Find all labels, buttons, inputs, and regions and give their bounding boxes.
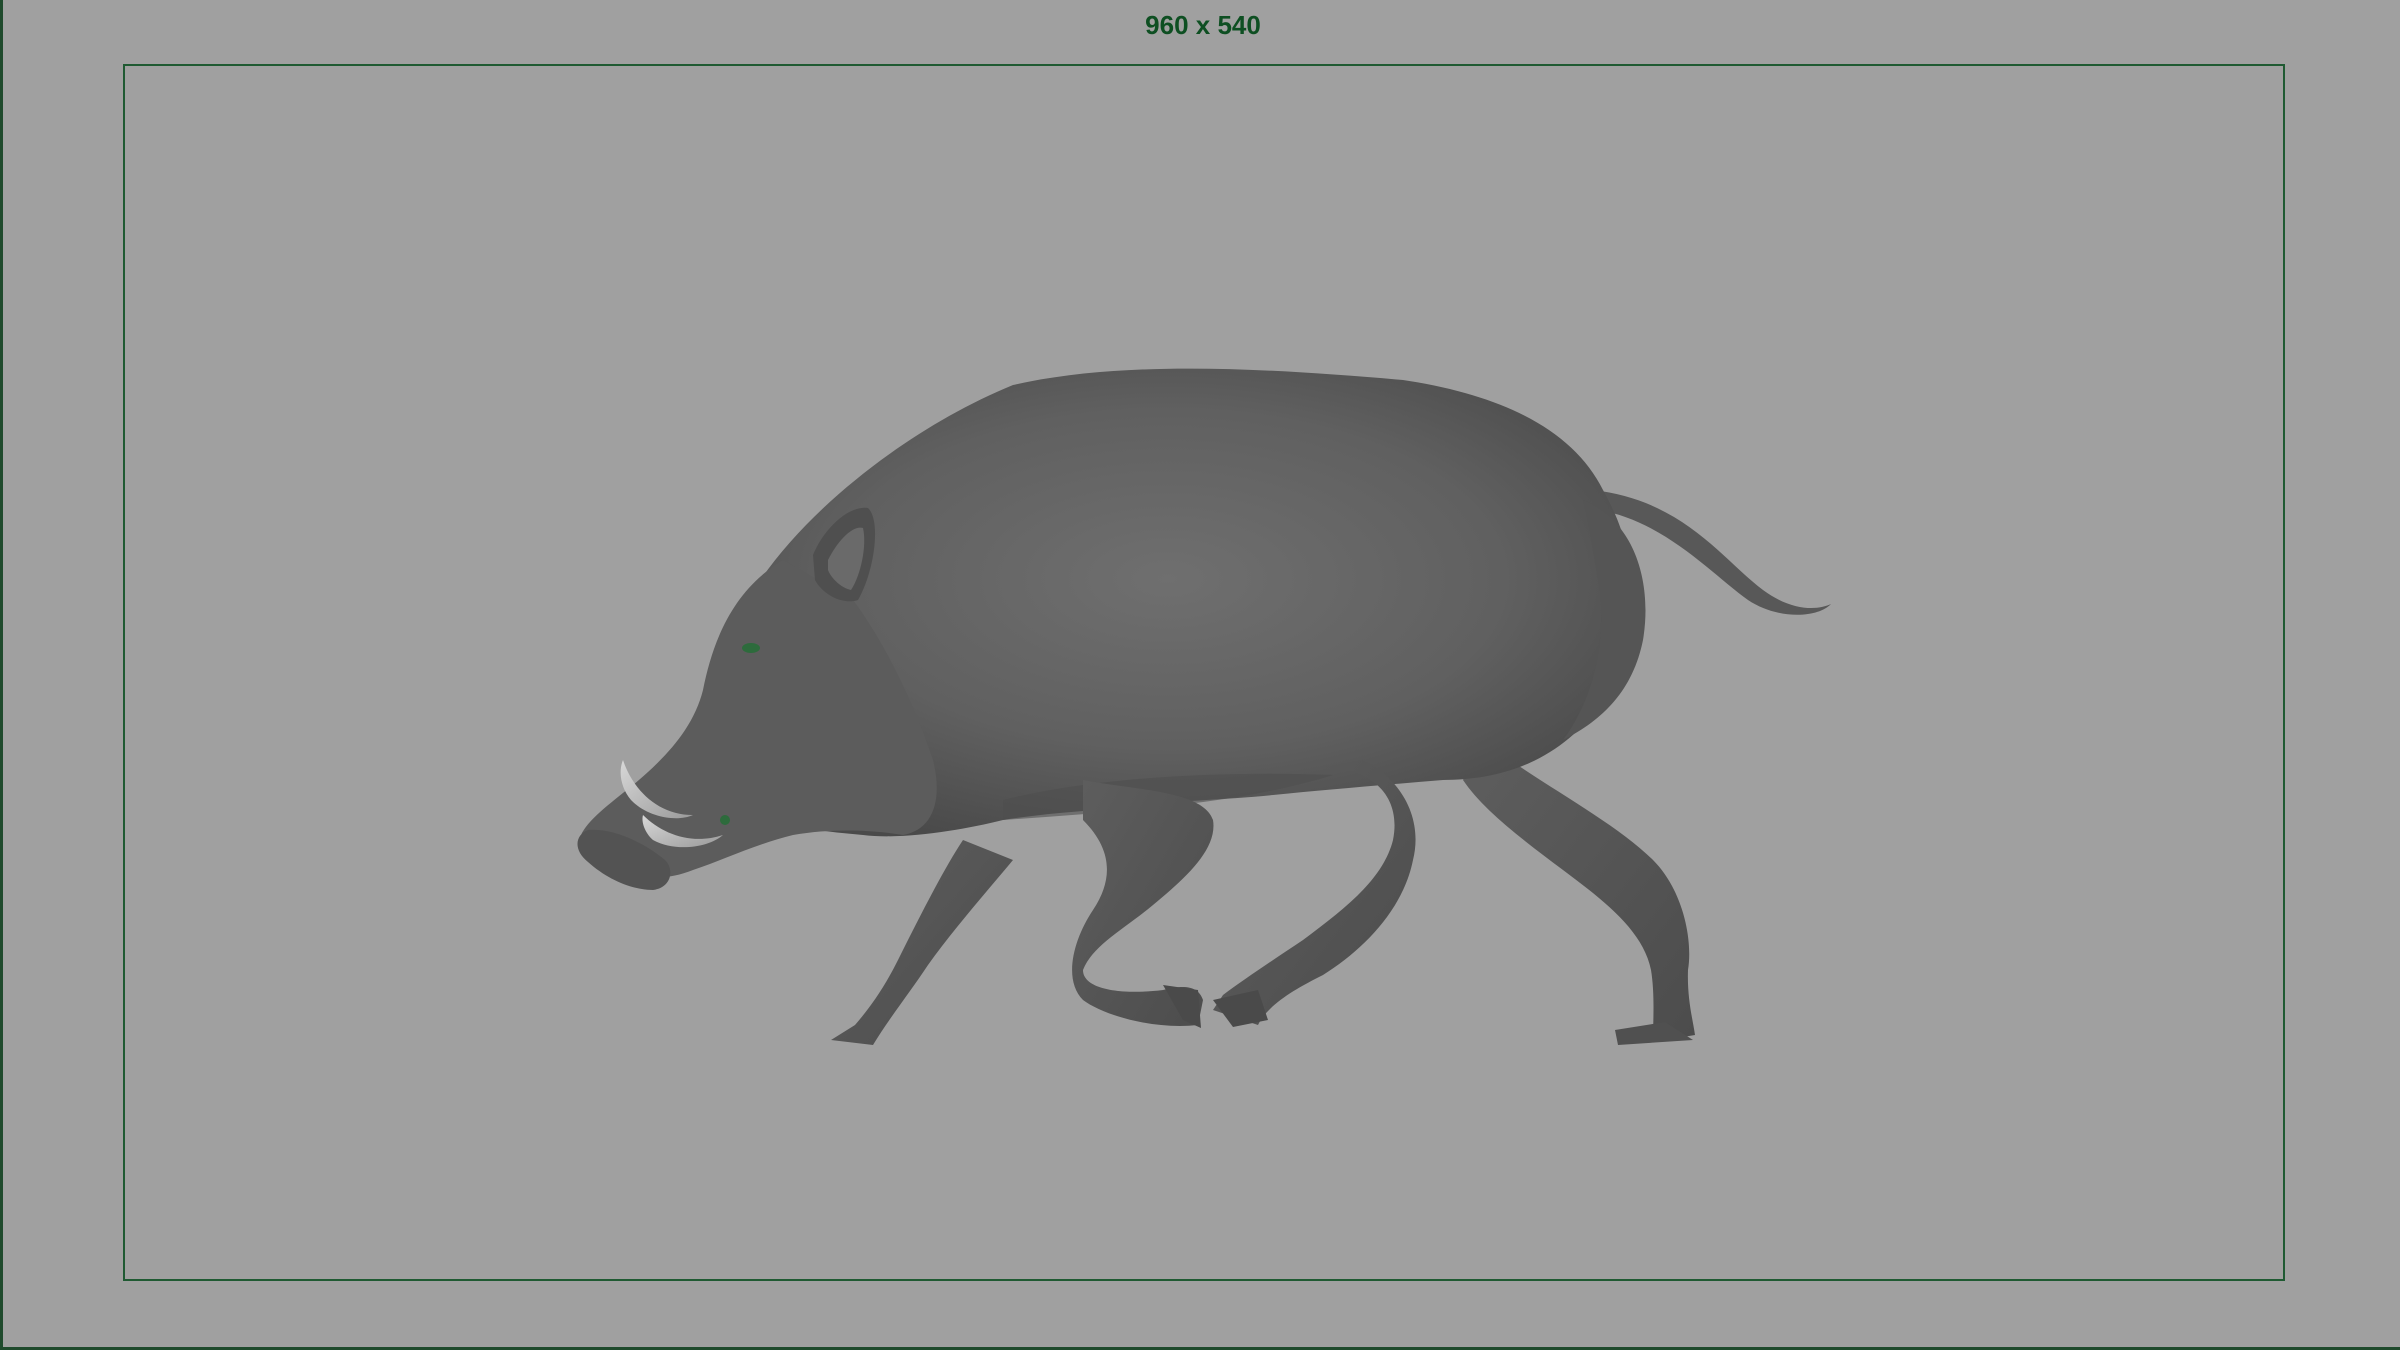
scene-canvas[interactable] (3, 0, 2400, 1350)
boar-eye (742, 643, 760, 653)
3d-viewport[interactable]: 960 x 540 (0, 0, 2400, 1350)
boar-model[interactable] (577, 368, 1831, 1045)
boar-mouth-highlight (720, 815, 730, 825)
boar-hoof-hind-near (1213, 990, 1268, 1027)
boar-front-leg-near (1072, 780, 1214, 1026)
boar-front-leg-far (831, 840, 1013, 1045)
boar-hind-leg-near (1213, 760, 1416, 1025)
boar-hind-leg-far (1463, 740, 1695, 1042)
